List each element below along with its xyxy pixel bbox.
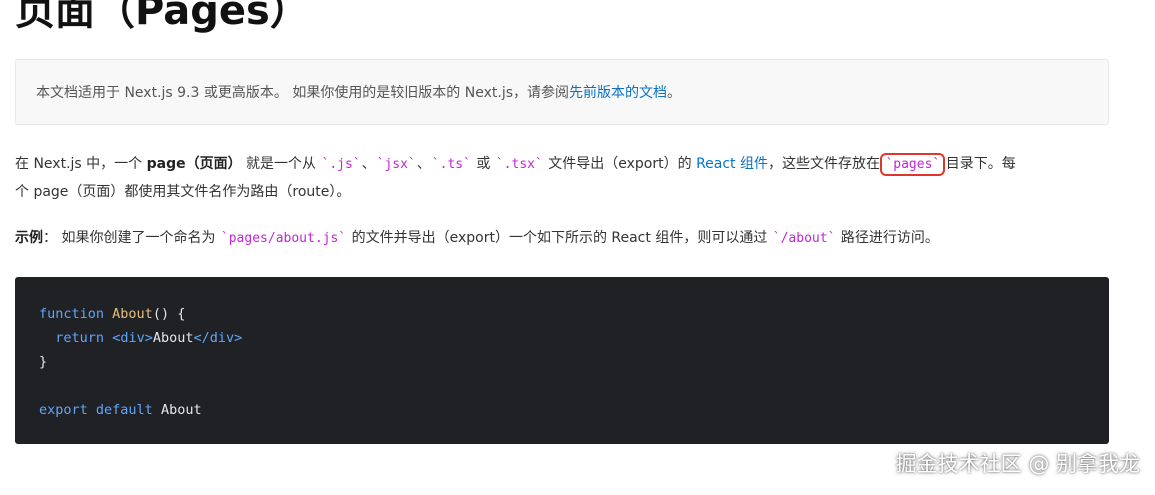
notice-text: 本文档适用于 Next.js 9.3 或更高版本。 如果你使用的是较旧版本的 N… xyxy=(36,85,570,101)
about-file-path: `pages/about.js` xyxy=(220,231,347,246)
ext-js: `.js` xyxy=(321,157,361,172)
code-keyword: function xyxy=(39,306,105,322)
ext-jsx: `jsx` xyxy=(376,157,416,172)
code-tag: </div> xyxy=(193,330,243,346)
code-line: export default About xyxy=(39,398,1085,422)
code-line: } xyxy=(39,350,1085,374)
example-text: 的文件并导出（export）一个如下所示的 React 组件，则可以通过 xyxy=(347,230,772,246)
intro-paragraph-line-1: 在 Next.js 中，一个 page（页面） 就是一个从 `.js`、`jsx… xyxy=(15,150,1016,179)
example-text: 路径进行访问。 xyxy=(836,230,939,246)
ext-ts: `.ts` xyxy=(431,157,471,172)
separator: 、 xyxy=(416,156,431,172)
version-notice: 本文档适用于 Next.js 9.3 或更高版本。 如果你使用的是较旧版本的 N… xyxy=(15,59,1109,125)
code-tag: <div> xyxy=(112,330,153,346)
code-keyword: export default xyxy=(39,402,153,418)
page-term: page（页面） xyxy=(146,156,242,172)
example-paragraph: 示例： 如果你创建了一个命名为 `pages/about.js` 的文件并导出（… xyxy=(15,224,939,253)
intro-text: 或 xyxy=(471,156,495,172)
code-function-name: About xyxy=(112,306,153,322)
react-component-link[interactable]: React 组件 xyxy=(696,156,768,172)
intro-text: 文件导出（export）的 xyxy=(543,156,697,172)
intro-text: ，这些文件存放在 xyxy=(768,156,885,172)
previous-docs-link[interactable]: 先前版本的文档 xyxy=(569,82,667,102)
ext-tsx: `.tsx` xyxy=(495,157,543,172)
about-route-path: `/about` xyxy=(772,231,836,246)
notice-suffix: 。 xyxy=(667,85,682,101)
code-keyword: return xyxy=(55,330,105,346)
code-text: () { xyxy=(152,306,186,322)
code-text: About xyxy=(152,330,194,346)
intro-text: 就是一个从 xyxy=(241,156,321,172)
code-block[interactable]: function About() { return <div>About</di… xyxy=(15,277,1109,444)
example-label: 示例 xyxy=(15,230,43,246)
code-line-empty xyxy=(39,374,1085,398)
page-title: 页面（Pages） xyxy=(15,0,310,34)
code-line: return <div>About</div> xyxy=(39,326,1085,350)
example-text: ： 如果你创建了一个命名为 xyxy=(43,230,220,246)
watermark: 掘金技术社区 @ 别拿我龙 xyxy=(895,452,1140,476)
intro-text: 在 Next.js 中，一个 xyxy=(15,156,147,172)
separator: 、 xyxy=(361,156,376,172)
pages-directory-highlight: `pages` xyxy=(880,153,946,176)
intro-text: 目录下。每 xyxy=(941,156,1016,172)
intro-paragraph-line-2: 个 page（页面）都使用其文件名作为路由（route）。 xyxy=(15,184,351,200)
code-text: } xyxy=(39,354,48,370)
code-line: function About() { xyxy=(39,302,1085,326)
code-text: About xyxy=(160,402,202,418)
